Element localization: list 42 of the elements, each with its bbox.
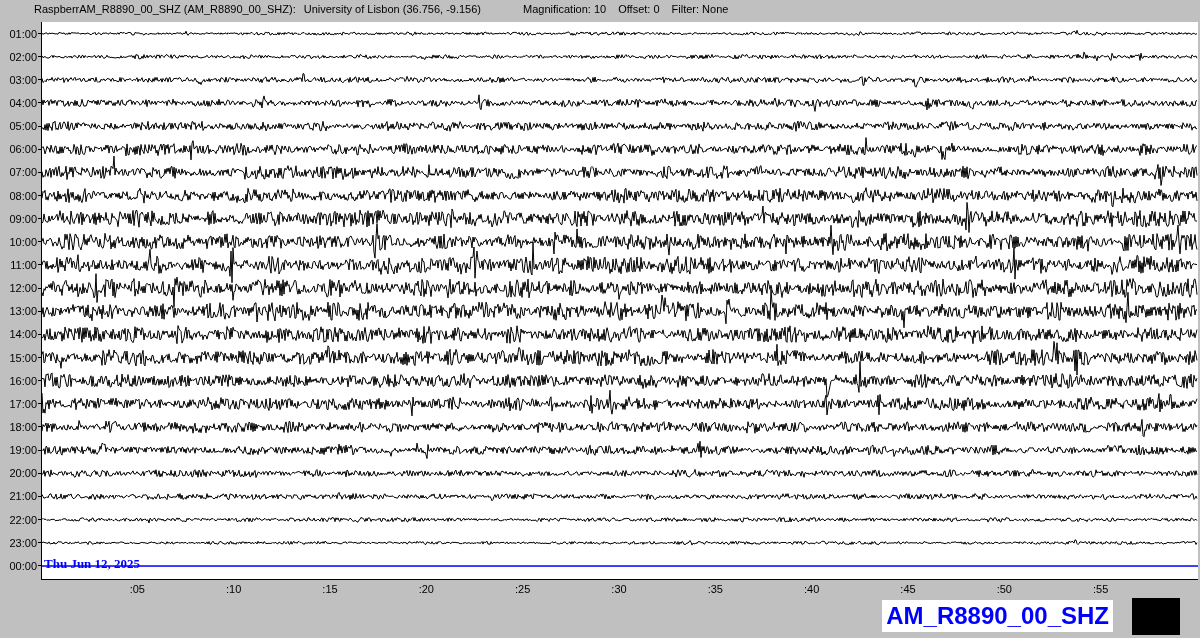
hour-label: 18:00 — [9, 420, 37, 433]
minute-tick-label: :50 — [996, 582, 1012, 595]
offset-text: Offset: 0 — [618, 3, 660, 15]
minute-tick-label: :05 — [129, 582, 145, 595]
hour-label: 14:00 — [9, 328, 37, 341]
magnification-text: Magnification: 10 — [523, 3, 607, 15]
minute-tick-label: :35 — [707, 582, 723, 595]
hour-label: 10:00 — [9, 235, 37, 248]
minute-tick-label: :45 — [900, 582, 916, 595]
station-label: AM_R8890_00_SHZ — [882, 600, 1113, 633]
minute-tick-label: :30 — [611, 582, 627, 595]
hour-label: 11:00 — [10, 258, 37, 271]
minute-tick-label: :25 — [515, 582, 531, 595]
hour-label: 21:00 — [9, 490, 37, 503]
hour-label: 13:00 — [9, 305, 37, 318]
hour-label: 05:00 — [9, 120, 37, 133]
minute-tick-label: :55 — [1093, 582, 1109, 595]
hour-label: 08:00 — [9, 189, 37, 202]
hour-label: 12:00 — [9, 282, 37, 295]
hour-label: 02:00 — [9, 50, 37, 63]
minute-tick-label: :20 — [418, 582, 434, 595]
hour-label: 04:00 — [9, 97, 37, 109]
station-title: RaspberrAM_R8890_00_SHZ (AM_R8890_00_SHZ): — [34, 3, 296, 15]
hour-label: 15:00 — [9, 351, 37, 364]
hour-label: 16:00 — [9, 374, 37, 387]
minute-tick-label: :15 — [322, 582, 338, 595]
hour-label: 17:00 — [9, 397, 37, 410]
hour-label: 03:00 — [9, 73, 37, 86]
hour-label: 20:00 — [9, 467, 37, 480]
status-square — [1132, 597, 1180, 635]
location-text: University of Lisbon (36.756, -9.156) — [303, 3, 481, 15]
hour-label: 06:00 — [9, 143, 37, 156]
hour-label: 09:00 — [9, 212, 37, 225]
filter-text: Filter: None — [671, 3, 729, 15]
hour-label: 01:00 — [9, 27, 37, 40]
hour-label: 23:00 — [9, 536, 37, 549]
hour-label: 00:00 — [9, 559, 37, 572]
minute-tick-label: :40 — [804, 582, 820, 595]
hour-label: 19:00 — [9, 444, 37, 457]
hour-label: 07:00 — [9, 166, 37, 179]
minute-tick-label: :10 — [226, 582, 242, 595]
hour-label: 22:00 — [9, 513, 37, 526]
